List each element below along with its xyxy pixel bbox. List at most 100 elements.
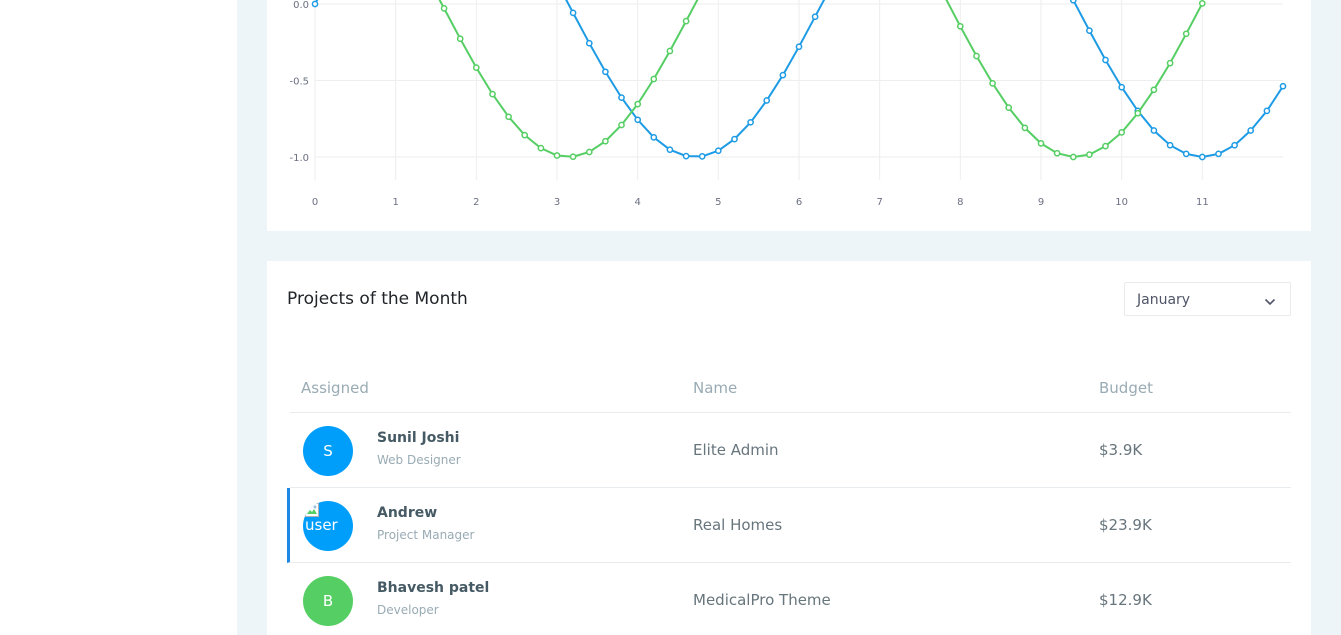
data-point[interactable] [618,121,625,129]
y-tick-label: -1.0 [289,153,309,164]
data-point[interactable] [698,153,706,160]
data-point[interactable] [1231,141,1238,149]
data-point[interactable] [602,137,609,145]
data-point[interactable] [1150,127,1158,134]
data-point[interactable] [505,113,512,121]
y-tick-label: -0.5 [289,77,309,88]
data-point[interactable] [1166,59,1174,67]
table-row[interactable]: B Bhavesh patel Developer MedicalPro The… [290,563,1291,635]
data-point[interactable] [1247,127,1255,134]
x-tick-label: 3 [554,197,560,208]
x-tick-label: 1 [392,197,398,208]
project-budget: $23.9K [1099,516,1152,534]
broken-image-icon [305,503,319,517]
data-point[interactable] [650,134,658,141]
month-select[interactable]: January [1124,282,1291,316]
data-point[interactable] [1086,27,1093,34]
data-point[interactable] [1118,129,1126,136]
data-point[interactable] [489,90,496,98]
data-point[interactable] [1037,140,1045,147]
x-tick-label: 9 [1038,197,1044,208]
project-name: Real Homes [693,516,783,534]
month-select-value: January [1137,292,1191,308]
data-point[interactable] [682,152,690,160]
table-row[interactable]: S Sunil Joshi Web Designer Elite Admin $… [290,413,1291,488]
project-name: MedicalPro Theme [693,591,831,609]
data-point[interactable] [1021,124,1029,132]
data-point[interactable] [634,100,642,108]
data-point[interactable] [569,153,577,161]
card-title: Projects of the Month [287,289,468,309]
line-chart: 0 1 2 3 4 5 6 7 8 9 10 11 0.0 -0.5 -1.0 [289,0,1287,208]
user-name: Bhavesh patel [377,580,490,596]
avatar: S [303,426,353,476]
y-tick-label: 0.0 [293,0,309,11]
data-point[interactable] [1134,109,1142,117]
data-point[interactable] [973,52,980,60]
data-point[interactable] [1069,0,1077,4]
data-point[interactable] [1279,82,1287,90]
data-point[interactable] [1198,0,1206,7]
user-name: Sunil Joshi [377,430,460,446]
data-point[interactable] [1086,151,1093,158]
project-budget: $3.9K [1099,441,1143,459]
data-point[interactable] [714,147,722,155]
avatar-alt-text: user [305,516,338,534]
data-point[interactable] [472,64,480,71]
data-point[interactable] [795,43,803,51]
data-point[interactable] [1150,86,1158,94]
project-budget: $12.9K [1099,591,1152,609]
data-point[interactable] [618,94,625,101]
table-row[interactable]: user Andrew Project Manager Real Homes $… [287,488,1291,563]
x-tick-label: 2 [473,197,479,208]
data-point[interactable] [585,148,593,156]
chevron-down-icon [1264,294,1276,312]
data-point[interactable] [731,135,738,143]
user-role: Developer [377,603,439,617]
data-point[interactable] [1053,149,1061,157]
data-point[interactable] [989,80,996,87]
data-point[interactable] [1118,83,1126,91]
data-point[interactable] [763,97,771,104]
data-point[interactable] [811,13,819,21]
data-point[interactable] [311,0,319,8]
project-name: Elite Admin [693,441,779,459]
data-point[interactable] [666,47,674,55]
data-point[interactable] [1215,150,1222,158]
column-header-budget: Budget [1099,379,1153,397]
data-point[interactable] [1005,104,1013,111]
data-point[interactable] [1263,107,1271,115]
data-point[interactable] [585,39,593,47]
data-point[interactable] [456,35,464,43]
data-point[interactable] [956,22,964,30]
data-point[interactable] [1198,153,1206,161]
data-point[interactable] [666,146,674,154]
data-point[interactable] [602,68,609,76]
data-point[interactable] [569,9,577,17]
column-header-name: Name [693,379,738,397]
x-tick-label: 8 [957,197,963,208]
data-point[interactable] [634,116,642,124]
data-point[interactable] [553,152,561,159]
data-point[interactable] [1182,150,1190,158]
x-tick-label: 6 [796,197,802,208]
data-point[interactable] [1166,141,1174,149]
data-point[interactable] [1102,56,1109,64]
column-header-assigned: Assigned [301,379,369,397]
data-point[interactable] [779,71,787,79]
x-tick-label: 0 [312,197,318,208]
data-point[interactable] [747,118,754,126]
series-line [438,0,1204,159]
data-point[interactable] [1069,153,1077,161]
user-role: Web Designer [377,453,461,467]
x-tick-label: 4 [634,197,640,208]
data-point[interactable] [537,144,545,152]
data-point[interactable] [1182,30,1190,38]
data-point[interactable] [682,17,690,25]
x-tick-label: 10 [1115,197,1128,208]
data-point[interactable] [1102,142,1109,150]
data-point[interactable] [440,5,448,12]
x-tick-label: 11 [1196,197,1209,208]
data-point[interactable] [650,75,658,83]
data-point[interactable] [521,131,529,139]
